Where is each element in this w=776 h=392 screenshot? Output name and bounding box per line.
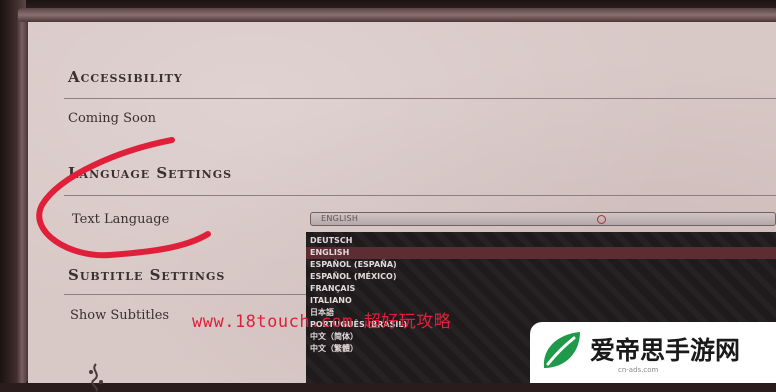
show-subtitles-label: Show Subtitles [70, 308, 170, 323]
language-option[interactable]: DEUTSCH [306, 235, 776, 247]
language-option[interactable]: FRANÇAIS [306, 283, 776, 295]
watermark-brand-text: 爱帝思手游网 [590, 336, 741, 365]
watermark-url-text: www.18touch.com 超好玩攻略 [192, 312, 452, 332]
window-frame-trim [16, 10, 28, 383]
ornament-icon [89, 363, 103, 392]
language-settings-section-title: Language Settings [68, 164, 233, 182]
subtitle-settings-section-title: Subtitle Settings [68, 266, 226, 284]
divider [64, 195, 776, 196]
accessibility-section-title: Accessibility [68, 68, 183, 86]
leaf-logo-icon [543, 332, 580, 368]
watermark-site-text: cn-ads.com [618, 366, 659, 374]
language-option-selected[interactable]: ENGLISH [306, 247, 776, 259]
divider [64, 98, 776, 99]
window-frame-trim [18, 8, 776, 22]
text-language-label: Text Language [72, 212, 170, 227]
cursor-icon [597, 215, 606, 224]
language-option[interactable]: ESPAÑOL (ESPAÑA) [306, 259, 776, 271]
text-language-dropdown[interactable]: ENGLISH [310, 212, 776, 226]
language-option[interactable]: ESPAÑOL (MÉXICO) [306, 271, 776, 283]
dropdown-selected-value: ENGLISH [321, 214, 359, 223]
watermark-badge: 爱帝思手游网 cn-ads.com [530, 322, 776, 383]
language-option[interactable]: ITALIANO [306, 295, 776, 307]
coming-soon-text: Coming Soon [68, 111, 157, 126]
